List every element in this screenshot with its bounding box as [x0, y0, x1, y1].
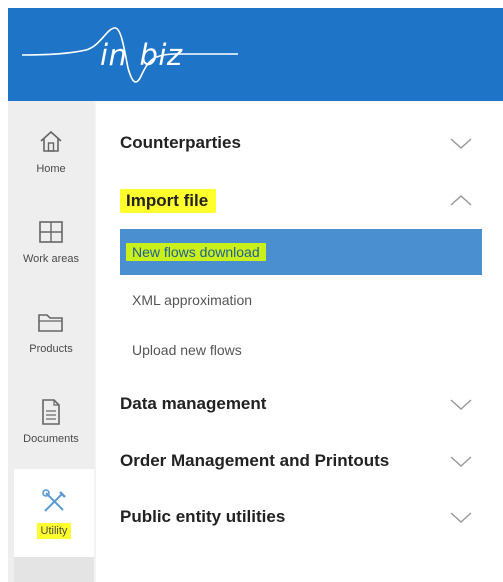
section-label: Counterparties [120, 133, 241, 152]
sidebar-item-label: Documents [23, 433, 79, 445]
section-label: Import file [120, 189, 217, 213]
sidebar-next-item [14, 557, 94, 582]
chevron-down-icon [450, 456, 472, 468]
chevron-down-icon [450, 512, 472, 524]
utility-menu: Counterparties Import file New flows dow… [96, 101, 503, 582]
sidebar: Home Work areas Products Documents Utili… [8, 101, 94, 582]
chevron-up-icon [450, 194, 472, 206]
menu-item-label: XML approximation [132, 292, 253, 308]
sidebar-item-home[interactable]: Home [8, 109, 94, 199]
chevron-down-icon [450, 399, 472, 411]
app-header: in biz [8, 8, 503, 101]
menu-item-label: New flows download [126, 243, 266, 261]
document-icon [40, 397, 62, 427]
section-counterparties[interactable]: Counterparties [96, 123, 486, 163]
logo[interactable]: in biz [100, 38, 183, 72]
logo-wave-graphic [21, 27, 238, 83]
section-label: Public entity utilities [120, 507, 286, 526]
section-order-management[interactable]: Order Management and Printouts [96, 441, 486, 481]
tools-icon [40, 487, 68, 517]
sidebar-item-label: Utility [36, 523, 72, 539]
sidebar-item-products[interactable]: Products [8, 289, 94, 379]
grid-icon [38, 217, 64, 247]
sidebar-item-label: Products [29, 343, 73, 355]
folder-icon [37, 307, 65, 337]
sidebar-item-utility[interactable]: Utility [14, 469, 94, 559]
logo-text-in: in [100, 38, 128, 72]
sidebar-item-label: Home [36, 163, 66, 175]
menu-item-upload-new-flows[interactable]: Upload new flows [120, 327, 482, 373]
logo-text-biz: biz [139, 38, 183, 72]
home-icon [38, 127, 64, 157]
section-data-management[interactable]: Data management [96, 384, 486, 424]
sidebar-item-documents[interactable]: Documents [8, 379, 94, 469]
section-public-entity-utilities[interactable]: Public entity utilities [96, 497, 486, 537]
section-import-file[interactable]: Import file [96, 181, 486, 221]
menu-item-label: Upload new flows [132, 342, 242, 358]
section-label: Order Management and Printouts [120, 451, 390, 470]
menu-item-new-flows-download[interactable]: New flows download [120, 229, 482, 275]
menu-item-xml-approximation[interactable]: XML approximation [120, 277, 482, 323]
sidebar-item-label: Work areas [22, 253, 80, 265]
section-label: Data management [120, 394, 267, 413]
sidebar-item-work-areas[interactable]: Work areas [8, 199, 94, 289]
chevron-down-icon [450, 138, 472, 150]
